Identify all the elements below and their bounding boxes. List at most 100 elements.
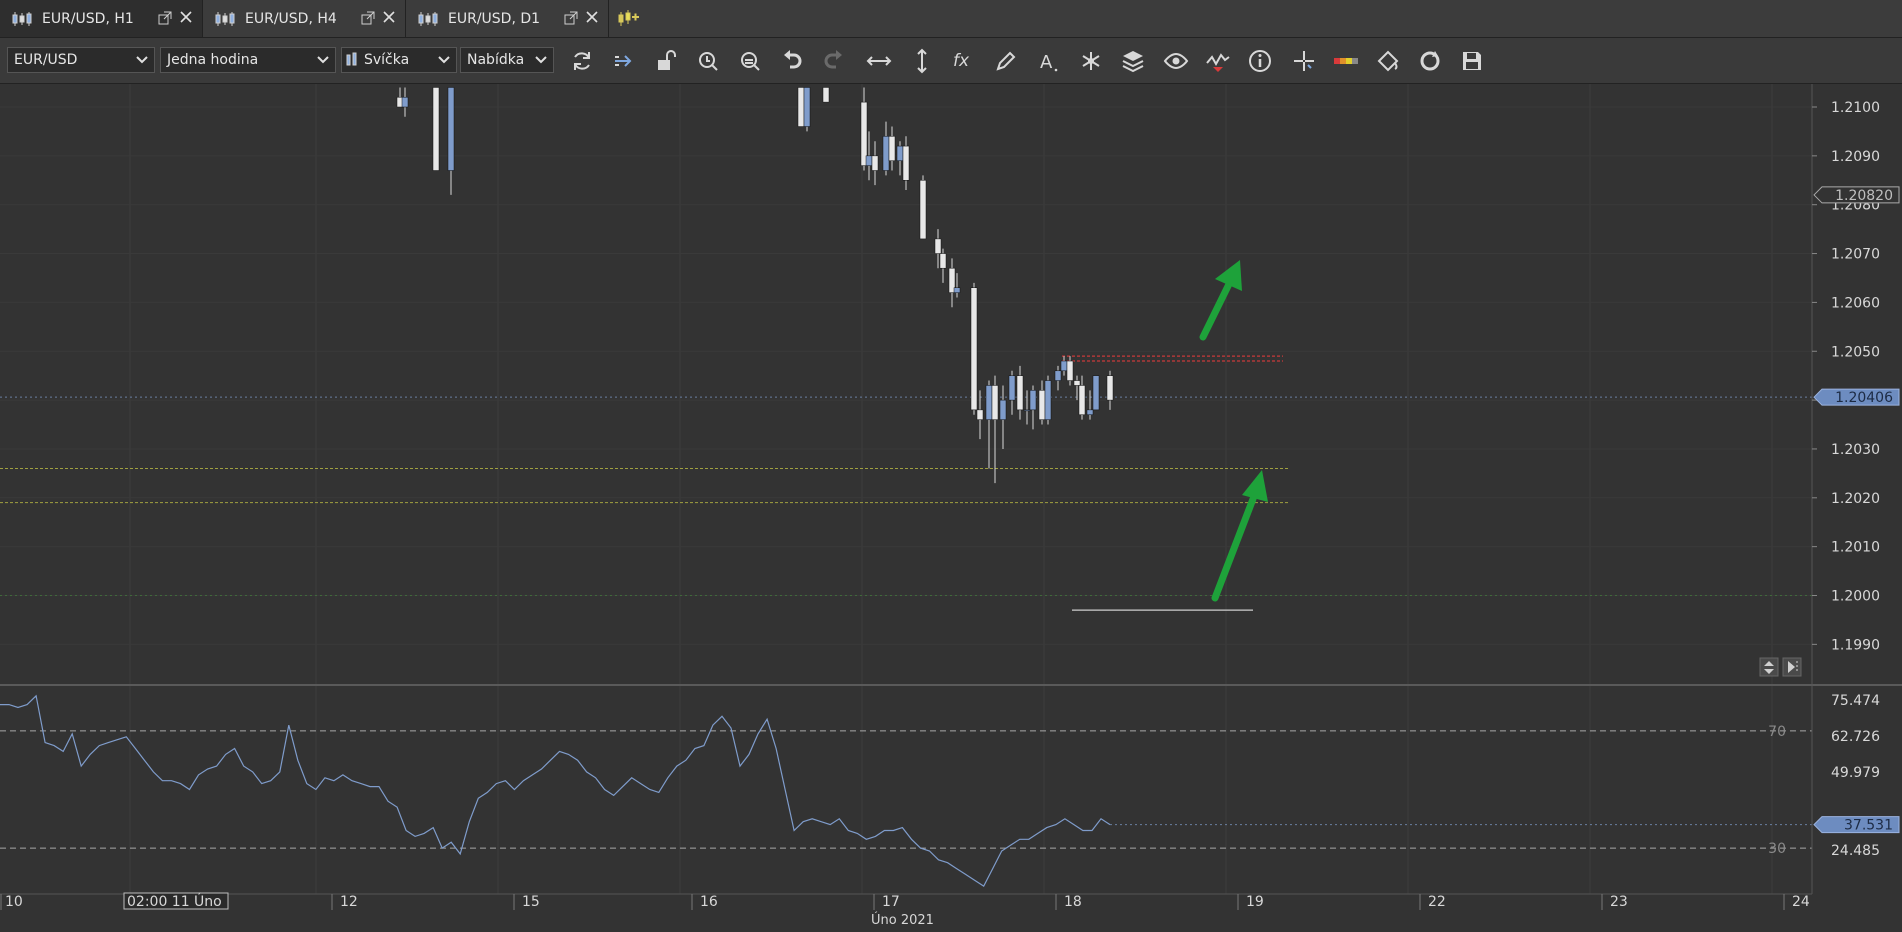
color-bar-icon[interactable] (1333, 48, 1359, 74)
time-axis-cursor-label: 02:00 11 Úno (123, 892, 229, 910)
candlestick-icon (418, 11, 438, 26)
svg-text:A: A (1040, 52, 1053, 73)
horizontal-scale-icon[interactable] (866, 48, 892, 74)
rsi-level-label: 70 (1768, 724, 1786, 740)
candle (1092, 375, 1100, 411)
candlestick-icon (12, 11, 32, 26)
indicators-icon[interactable]: fx (951, 48, 977, 74)
price-label: 1.2070 (1831, 247, 1880, 263)
month-label: Úno 2021 (871, 912, 934, 928)
chevron-down-icon (135, 52, 149, 72)
rsi-current-marker: 37.531 (1813, 816, 1900, 834)
time-label: 24 (1792, 894, 1810, 910)
time-label: 22 (1428, 894, 1446, 910)
chart-type-select-value: Svíčka (364, 52, 410, 68)
redo-icon[interactable] (821, 48, 847, 74)
layers-icon[interactable] (1120, 48, 1146, 74)
svg-text:1.20820: 1.20820 (1835, 188, 1893, 204)
crosshair-icon[interactable] (1291, 48, 1317, 74)
current-price-marker: 1.20406 (1813, 388, 1900, 406)
rsi-level-label: 30 (1768, 841, 1786, 857)
popout-icon[interactable] (158, 10, 172, 29)
rsi-axis-label: 24.485 (1831, 843, 1880, 859)
zoom-in-icon[interactable] (695, 48, 721, 74)
sync-icon[interactable] (1417, 48, 1443, 74)
candle (803, 87, 811, 132)
time-label: 10 (5, 894, 23, 910)
rsi-axis-label: 62.726 (1831, 729, 1880, 745)
svg-text:37.531: 37.531 (1844, 818, 1893, 834)
info-icon[interactable] (1247, 48, 1273, 74)
price-type-select-value: Nabídka (467, 52, 525, 68)
vertical-scale-icon[interactable] (909, 48, 935, 74)
tab-eurusd-h1[interactable]: EUR/USD, H1 (0, 0, 203, 37)
tab-eurusd-d1[interactable]: EUR/USD, D1 (406, 0, 609, 37)
chevron-down-icon (534, 52, 548, 72)
candle (822, 87, 830, 103)
theme-icon[interactable] (1375, 48, 1401, 74)
shift-icon[interactable] (611, 48, 637, 74)
price-label: 1.2100 (1831, 100, 1880, 116)
add-chart-icon[interactable] (616, 8, 640, 32)
time-label: 19 (1246, 894, 1264, 910)
toolbar: EUR/USD Jedna hodina Svíčka Nabídka fx A (0, 38, 1902, 84)
chevron-down-icon (437, 52, 451, 72)
time-label: 23 (1610, 894, 1628, 910)
tools-icon[interactable] (1078, 48, 1104, 74)
candle-type-icon (346, 52, 358, 68)
signals-icon[interactable] (1205, 48, 1231, 74)
price-label: 1.1990 (1831, 637, 1880, 653)
draw-icon[interactable] (993, 48, 1019, 74)
period-select-value: Jedna hodina (167, 52, 259, 68)
tab-label: EUR/USD, D1 (448, 10, 541, 27)
time-label: 15 (522, 894, 540, 910)
svg-text:02:00 11 Úno: 02:00 11 Úno (127, 892, 222, 910)
rsi-axis-label: 49.979 (1831, 765, 1880, 781)
price-label: 1.2000 (1831, 589, 1880, 605)
scale-toggle-button[interactable] (1759, 657, 1779, 677)
price-label: 1.2090 (1831, 149, 1880, 165)
candle (797, 87, 805, 127)
price-type-select[interactable]: Nabídka (460, 47, 554, 73)
undo-icon[interactable] (779, 48, 805, 74)
candlestick-icon (215, 11, 235, 26)
time-label: 12 (340, 894, 358, 910)
chart-type-select[interactable]: Svíčka (341, 47, 457, 73)
price-label: 1.2060 (1831, 295, 1880, 311)
candle (1044, 375, 1052, 425)
tab-label: EUR/USD, H4 (245, 10, 337, 27)
svg-text:1.20406: 1.20406 (1835, 390, 1893, 406)
price-label: 1.2050 (1831, 344, 1880, 360)
tab-eurusd-h4[interactable]: EUR/USD, H4 (203, 0, 406, 37)
time-label: 18 (1064, 894, 1082, 910)
price-label: 1.2020 (1831, 491, 1880, 507)
text-icon[interactable]: A (1035, 48, 1061, 74)
popout-icon[interactable] (361, 10, 375, 29)
close-icon[interactable] (178, 9, 194, 29)
rsi-axis-label: 75.474 (1831, 693, 1880, 709)
zoom-out-icon[interactable] (737, 48, 763, 74)
price-label: 1.2010 (1831, 540, 1880, 556)
scroll-end-button[interactable] (1782, 657, 1802, 677)
candle (432, 87, 440, 171)
candle (970, 282, 978, 415)
time-label: 16 (700, 894, 718, 910)
instrument-select-value: EUR/USD (14, 52, 78, 68)
svg-text:fx: fx (953, 51, 970, 71)
chart-area[interactable]: 70 30 1.2100 1.2090 1.2080 1.2070 1.2060 1.205… (0, 84, 1902, 928)
candle (919, 175, 927, 240)
instrument-select[interactable]: EUR/USD (7, 47, 155, 73)
close-icon[interactable] (381, 9, 397, 29)
tab-bar: EUR/USD, H1 EUR/USD, H4 EUR/USD, D1 (0, 0, 1902, 38)
refresh-icon[interactable] (569, 48, 595, 74)
eye-icon[interactable] (1163, 48, 1189, 74)
price-label: 1.2030 (1831, 442, 1880, 458)
chevron-down-icon (316, 52, 330, 72)
period-select[interactable]: Jedna hodina (160, 47, 336, 73)
close-icon[interactable] (584, 9, 600, 29)
chart-canvas[interactable]: 7030 1.21001.20901.20801.20701.20601.205… (0, 84, 1902, 928)
tab-label: EUR/USD, H1 (42, 10, 134, 27)
popout-icon[interactable] (564, 10, 578, 29)
save-icon[interactable] (1459, 48, 1485, 74)
lock-icon[interactable] (653, 48, 679, 74)
